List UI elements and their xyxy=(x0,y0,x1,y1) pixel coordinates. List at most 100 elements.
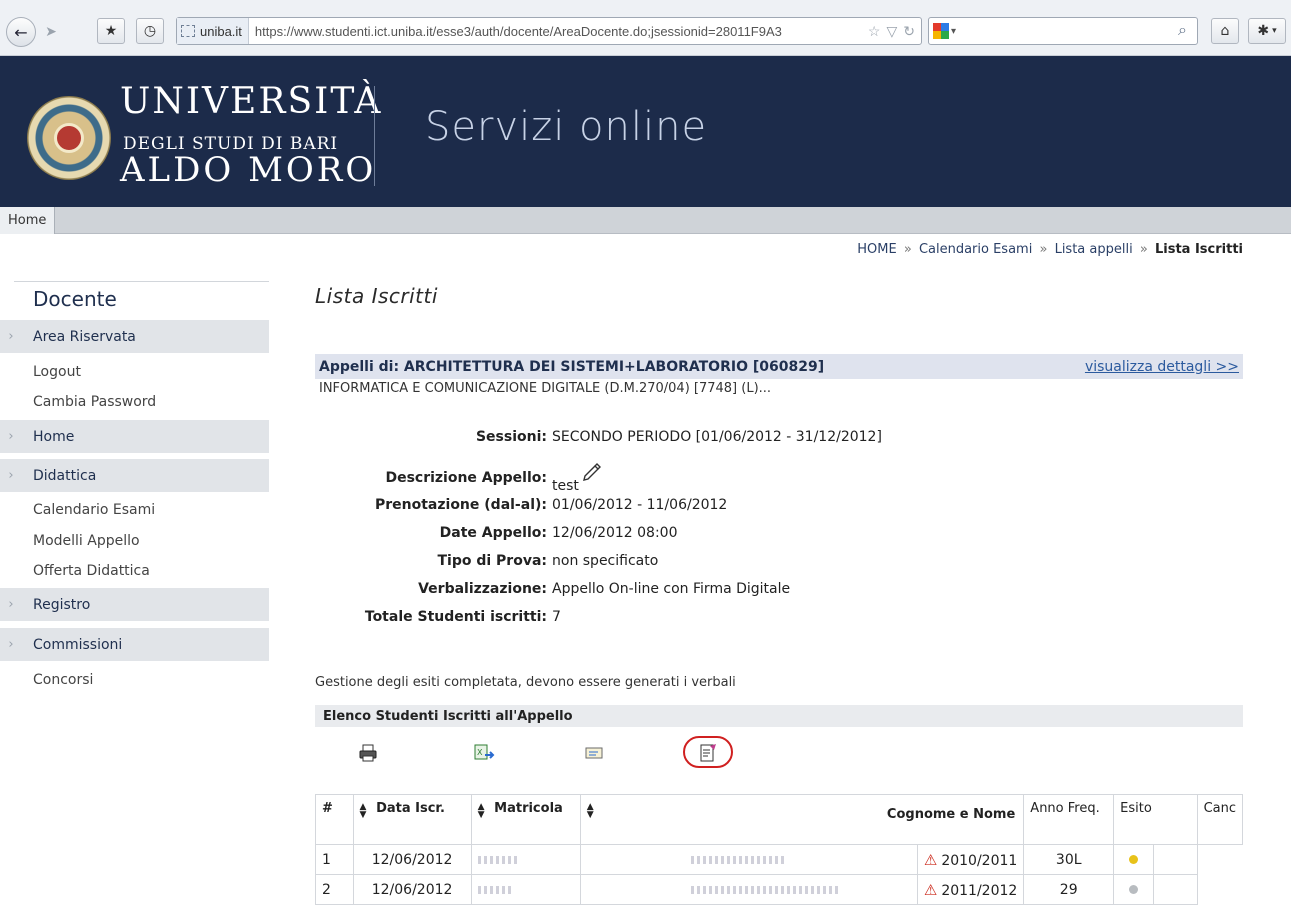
back-arrow-icon: ← xyxy=(14,22,28,42)
sidebar-divider xyxy=(14,281,269,282)
page-title: Lista Iscritti xyxy=(315,284,438,308)
sidebar-section-label: Didattica xyxy=(33,467,97,484)
url-text[interactable]: https://www.studenti.ict.uniba.it/esse3/… xyxy=(249,24,868,39)
top-nav-home[interactable]: Home xyxy=(0,207,56,234)
edit-pencil-icon[interactable] xyxy=(581,460,603,482)
appello-header: Appelli di: ARCHITETTURA DEI SISTEMI+LAB… xyxy=(319,358,825,375)
back-button[interactable]: ← xyxy=(6,17,36,47)
redacted-text xyxy=(690,855,787,864)
site-identity[interactable]: uniba.it xyxy=(177,18,249,44)
col-header-label: # xyxy=(322,801,333,816)
breadcrumb-calendario[interactable]: Calendario Esami xyxy=(919,242,1032,257)
sidebar-item-modelli-appello[interactable]: Modelli Appello xyxy=(33,533,140,549)
cell-num: 1 xyxy=(315,844,354,875)
col-header-matricola[interactable]: ▲ ▼ Matricola xyxy=(470,794,581,845)
col-header-data-iscr[interactable]: ▲ ▼ Data Iscr. xyxy=(352,794,472,845)
sort-arrows-icon[interactable]: ▲ ▼ xyxy=(360,803,372,820)
col-header-label: Anno Freq. xyxy=(1030,801,1100,816)
elenco-title: Elenco Studenti Iscritti all'Appello xyxy=(315,705,1243,727)
sidebar-item-concorsi[interactable]: Concorsi xyxy=(33,672,93,688)
search-field[interactable]: ▾ ⌕ xyxy=(928,17,1198,45)
forward-button[interactable]: ➤ xyxy=(38,20,64,44)
col-header-cognome-nome[interactable]: ▲ ▼ Cognome e Nome xyxy=(579,794,1025,845)
history-button[interactable]: ◷ xyxy=(136,18,164,44)
col-header-anno-freq: Anno Freq. xyxy=(1023,794,1115,845)
cell-status xyxy=(1113,874,1154,905)
cell-warning[interactable]: ⚠ 2010/2011 xyxy=(917,844,1025,875)
print-icon[interactable] xyxy=(356,741,380,765)
info-label: Prenotazione (dal-al): xyxy=(374,497,547,513)
breadcrumb-home[interactable]: HOME xyxy=(857,242,896,257)
chevron-right-icon: › xyxy=(8,329,14,344)
sidebar-item-offerta-didattica[interactable]: Offerta Didattica xyxy=(33,563,150,579)
university-banner: UNIVERSITÀ DEGLI STUDI DI BARI ALDO MORO… xyxy=(0,56,1291,207)
sidebar-item-cambia-password[interactable]: Cambia Password xyxy=(33,394,156,410)
warning-triangle-icon[interactable]: ⚠ xyxy=(924,851,937,869)
info-row-sessioni: Sessioni: SECONDO PERIODO [01/06/2012 - … xyxy=(300,429,1100,451)
table-row[interactable]: 2 12/06/2012 ⚠ 2011/2012 29 xyxy=(315,874,1243,905)
address-bar[interactable]: uniba.it https://www.studenti.ict.uniba.… xyxy=(176,17,922,45)
university-name-line3: ALDO MORO xyxy=(120,150,377,190)
table-row[interactable]: 1 12/06/2012 ⚠ 2010/2011 30L xyxy=(315,844,1243,875)
chevron-right-icon: › xyxy=(8,468,14,483)
chevron-right-icon: › xyxy=(8,429,14,444)
svg-text:X: X xyxy=(477,748,483,757)
visualizza-dettagli-link[interactable]: visualizza dettagli >> xyxy=(1085,359,1239,375)
status-dot-icon xyxy=(1128,854,1138,864)
cell-warning[interactable]: ⚠ 2011/2012 xyxy=(917,874,1025,905)
info-value: SECONDO PERIODO [01/06/2012 - 31/12/2012… xyxy=(552,429,882,445)
corso-di-studio: INFORMATICA E COMUNICAZIONE DIGITALE (D.… xyxy=(319,381,772,396)
generate-verbale-icon[interactable] xyxy=(696,741,720,765)
cell-status xyxy=(1113,844,1154,875)
dropdown-arrow-icon[interactable]: ▽ xyxy=(886,23,897,40)
warning-triangle-icon[interactable]: ⚠ xyxy=(924,881,937,899)
sidebar-section-registro[interactable]: › Registro xyxy=(0,588,269,621)
info-label: Totale Studenti iscritti: xyxy=(364,609,547,625)
cell-canc xyxy=(1152,874,1198,905)
sidebar-item-calendario-esami[interactable]: Calendario Esami xyxy=(33,502,155,518)
info-row-descrizione: Descrizione Appello: test xyxy=(300,460,1100,494)
forward-arrow-icon: ➤ xyxy=(45,24,57,40)
breadcrumb: HOME » Calendario Esami » Lista appelli … xyxy=(857,242,1243,257)
cell-esito: 30L xyxy=(1023,844,1115,875)
sidebar-section-home[interactable]: › Home xyxy=(0,420,269,453)
bookmark-star-icon: ★ xyxy=(104,23,118,39)
iscritti-table: # ▲ ▼ Data Iscr. ▲ ▼ Matricola ▲ ▼ Cognome … xyxy=(315,794,1244,905)
cell-cognome-nome-redacted xyxy=(579,844,918,875)
sort-arrows-icon[interactable]: ▲ ▼ xyxy=(587,803,599,820)
google-icon xyxy=(933,23,949,39)
breadcrumb-separator: » xyxy=(1139,242,1148,257)
sidebar-title: Docente xyxy=(33,287,117,311)
info-row-verbalizzazione: Verbalizzazione: Appello On-line con Fir… xyxy=(300,581,1100,603)
top-navigation: Home xyxy=(0,207,1291,234)
puzzle-icon: ✱ xyxy=(1257,23,1270,39)
cell-anno-freq: 2010/2011 xyxy=(941,852,1018,869)
home-button[interactable]: ⌂ xyxy=(1211,18,1239,44)
info-row-prenotazione: Prenotazione (dal-al): 01/06/2012 - 11/0… xyxy=(300,497,1100,519)
info-value: 01/06/2012 - 11/06/2012 xyxy=(552,497,728,513)
table-header-row: # ▲ ▼ Data Iscr. ▲ ▼ Matricola ▲ ▼ Cognome … xyxy=(315,794,1244,845)
sidebar-section-didattica[interactable]: › Didattica xyxy=(0,459,269,492)
breadcrumb-current: Lista Iscritti xyxy=(1154,242,1243,257)
search-engine-selector[interactable]: ▾ xyxy=(933,21,967,41)
reload-icon[interactable]: ↻ xyxy=(903,23,915,40)
cell-canc xyxy=(1152,844,1198,875)
cell-matricola-redacted xyxy=(470,844,581,875)
sidebar-section-area-riservata[interactable]: › Area Riservata xyxy=(0,320,269,353)
excel-export-icon[interactable]: X xyxy=(472,741,496,765)
col-header-num: # xyxy=(315,794,354,845)
info-label: Sessioni: xyxy=(475,429,547,445)
addons-button[interactable]: ✱ ▾ xyxy=(1248,18,1286,44)
sort-arrows-icon[interactable]: ▲ ▼ xyxy=(478,803,490,820)
email-icon[interactable] xyxy=(582,741,606,765)
site-identity-icon xyxy=(181,25,195,37)
bookmarks-button[interactable]: ★ xyxy=(97,18,125,44)
cell-data-iscr: 12/06/2012 xyxy=(352,874,472,905)
redacted-text xyxy=(477,855,518,864)
search-icon[interactable]: ⌕ xyxy=(1178,20,1187,40)
bookmark-page-star-icon[interactable]: ☆ xyxy=(868,23,881,40)
breadcrumb-lista-appelli[interactable]: Lista appelli xyxy=(1055,242,1133,257)
sidebar-item-logout[interactable]: Logout xyxy=(33,364,81,380)
col-header-label: Canc xyxy=(1203,801,1236,816)
sidebar-section-commissioni[interactable]: › Commissioni xyxy=(0,628,269,661)
